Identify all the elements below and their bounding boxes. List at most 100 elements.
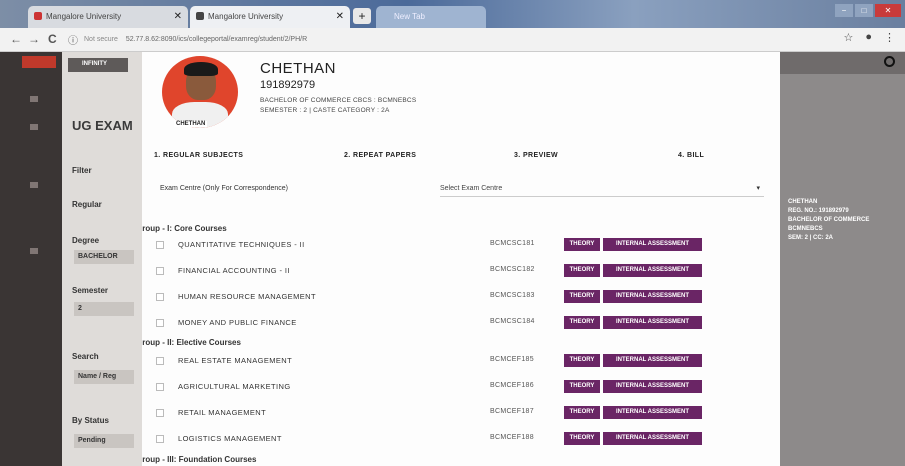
subject-code: BCMCSC182 <box>490 266 535 273</box>
subject-code: BCMCEF186 <box>490 382 534 389</box>
subject-row: HUMAN RESOURCE MANAGEMENT BCMCSC183 THEO… <box>142 288 762 308</box>
tab-mangalore-university-2[interactable]: Mangalore University ✕ <box>190 6 350 28</box>
reload-icon[interactable]: C <box>48 32 57 46</box>
subject-name: LOGISTICS MANAGEMENT <box>178 434 282 443</box>
group-heading: Group - I: Core Courses <box>142 224 227 233</box>
subject-row: RETAIL MANAGEMENT BCMCEF187 THEORY INTER… <box>142 404 762 424</box>
internal-assessment-button[interactable]: INTERNAL ASSESSMENT <box>603 354 702 367</box>
back-icon[interactable]: ← <box>10 32 22 46</box>
exam-centre-placeholder: Select Exam Centre <box>440 185 503 192</box>
profile-icon[interactable]: ● <box>865 31 872 44</box>
theory-button[interactable]: THEORY <box>564 406 600 419</box>
status-label: By Status <box>72 416 109 425</box>
subject-checkbox[interactable] <box>156 319 164 327</box>
student-name: CHETHAN <box>260 60 337 77</box>
window-controls: − □ ✕ <box>835 4 901 17</box>
subject-row: MONEY AND PUBLIC FINANCE BCMCSC184 THEOR… <box>142 314 762 334</box>
url-text: 52.77.8.62:8090/ics/collegeportal/examre… <box>125 36 308 43</box>
internal-assessment-button[interactable]: INTERNAL ASSESSMENT <box>603 264 702 277</box>
close-tab-icon[interactable]: ✕ <box>336 11 344 22</box>
photo-hair <box>184 62 218 76</box>
tab-title: Mangalore University <box>46 12 122 21</box>
exam-registration-modal: CHETHAN CHETHAN 191892979 BACHELOR OF CO… <box>142 52 780 466</box>
internal-assessment-button[interactable]: INTERNAL ASSESSMENT <box>603 432 702 445</box>
subject-row: REAL ESTATE MANAGEMENT BCMCEF185 THEORY … <box>142 352 762 372</box>
new-tab-button[interactable]: + <box>353 8 371 24</box>
tab-new-tab[interactable]: New Tab <box>376 6 486 28</box>
subject-checkbox[interactable] <box>156 293 164 301</box>
theory-button[interactable]: THEORY <box>564 354 600 367</box>
site-info-icon[interactable]: ⓘ <box>68 32 78 47</box>
subject-checkbox[interactable] <box>156 267 164 275</box>
internal-assessment-button[interactable]: INTERNAL ASSESSMENT <box>603 238 702 251</box>
theory-button[interactable]: THEORY <box>564 290 600 303</box>
maximize-button[interactable]: □ <box>855 4 873 17</box>
search-label: Search <box>72 352 99 361</box>
theory-button[interactable]: THEORY <box>564 238 600 251</box>
tab-mangalore-university-1[interactable]: Mangalore University ✕ <box>28 6 188 28</box>
group-heading: Group - II: Elective Courses <box>142 338 241 347</box>
student-reg-no: 191892979 <box>260 79 316 91</box>
university-favicon-icon <box>34 12 42 20</box>
step-repeat-papers[interactable]: 2. REPEAT PAPERS <box>344 152 416 159</box>
close-window-button[interactable]: ✕ <box>875 4 901 17</box>
nav-menu-icon[interactable] <box>30 182 38 188</box>
student-degree: BACHELOR OF COMMERCE CBCS : BCMNEBCS <box>260 97 417 104</box>
close-circle-icon[interactable] <box>884 56 895 67</box>
student-summary: CHETHAN REG. NO.: 191892979 BACHELOR OF … <box>788 198 869 243</box>
summary-line: BCMNEBCS <box>788 226 823 232</box>
theory-button[interactable]: THEORY <box>564 380 600 393</box>
internal-assessment-button[interactable]: INTERNAL ASSESSMENT <box>603 290 702 303</box>
status-select[interactable]: Pending <box>74 434 134 448</box>
degree-label: Degree <box>72 236 100 245</box>
subject-code: BCMCEF188 <box>490 434 534 441</box>
tab-strip: Mangalore University ✕ Mangalore Univers… <box>0 0 905 28</box>
subject-checkbox[interactable] <box>156 241 164 249</box>
menu-icon[interactable]: ⋮ <box>884 31 895 44</box>
chevron-down-icon: ▾ <box>756 185 760 192</box>
step-preview[interactable]: 3. PREVIEW <box>514 152 558 159</box>
tab-title: New Tab <box>394 12 425 21</box>
search-input[interactable]: Name / Reg <box>74 370 134 384</box>
toolbar-actions: ☆ ● ⋮ <box>843 31 895 44</box>
subject-name: REAL ESTATE MANAGEMENT <box>178 356 293 365</box>
filter-side-panel: INFINITY UG EXAM Filter Regular Degree B… <box>62 52 142 466</box>
theory-button[interactable]: THEORY <box>564 316 600 329</box>
close-tab-icon[interactable]: ✕ <box>174 11 182 22</box>
globe-favicon-icon <box>196 12 204 20</box>
subject-code: BCMCSC184 <box>490 318 535 325</box>
subject-checkbox[interactable] <box>156 383 164 391</box>
filter-label[interactable]: Filter <box>72 166 92 175</box>
nav-menu-icon[interactable] <box>30 96 38 102</box>
internal-assessment-button[interactable]: INTERNAL ASSESSMENT <box>603 380 702 393</box>
subject-code: BCMCSC183 <box>490 292 535 299</box>
subject-checkbox[interactable] <box>156 435 164 443</box>
theory-button[interactable]: THEORY <box>564 264 600 277</box>
subject-name: HUMAN RESOURCE MANAGEMENT <box>178 292 316 301</box>
minimize-button[interactable]: − <box>835 4 853 17</box>
exam-centre-select[interactable]: Select Exam Centre ▾ <box>440 181 764 197</box>
student-semester: SEMESTER : 2 | CASTE CATEGORY : 2A <box>260 107 390 114</box>
subject-name: MONEY AND PUBLIC FINANCE <box>178 318 297 327</box>
subject-checkbox[interactable] <box>156 409 164 417</box>
nav-menu-icon[interactable] <box>30 124 38 130</box>
semester-label: Semester <box>72 286 109 295</box>
step-regular-subjects[interactable]: 1. REGULAR SUBJECTS <box>154 152 243 159</box>
forward-icon[interactable]: → <box>28 32 40 46</box>
nav-menu-icon[interactable] <box>30 248 38 254</box>
internal-assessment-button[interactable]: INTERNAL ASSESSMENT <box>603 316 702 329</box>
subject-checkbox[interactable] <box>156 357 164 365</box>
address-bar[interactable]: Not secure 52.77.8.62:8090/ics/collegepo… <box>84 32 784 48</box>
semester-select[interactable]: 2 <box>74 302 134 316</box>
not-secure-label: Not secure <box>84 36 118 43</box>
theory-button[interactable]: THEORY <box>564 432 600 445</box>
subject-name: FINANCIAL ACCOUNTING - II <box>178 266 290 275</box>
exam-centre-label: Exam Centre (Only For Correspondence) <box>160 185 288 192</box>
degree-select[interactable]: BACHELOR <box>74 250 134 264</box>
regular-radio[interactable]: Regular <box>72 200 102 209</box>
star-icon[interactable]: ☆ <box>843 31 853 44</box>
subject-name: RETAIL MANAGEMENT <box>178 408 267 417</box>
internal-assessment-button[interactable]: INTERNAL ASSESSMENT <box>603 406 702 419</box>
step-bill[interactable]: 4. BILL <box>678 152 704 159</box>
right-overlay-panel: CHETHAN REG. NO.: 191892979 BACHELOR OF … <box>780 52 905 466</box>
